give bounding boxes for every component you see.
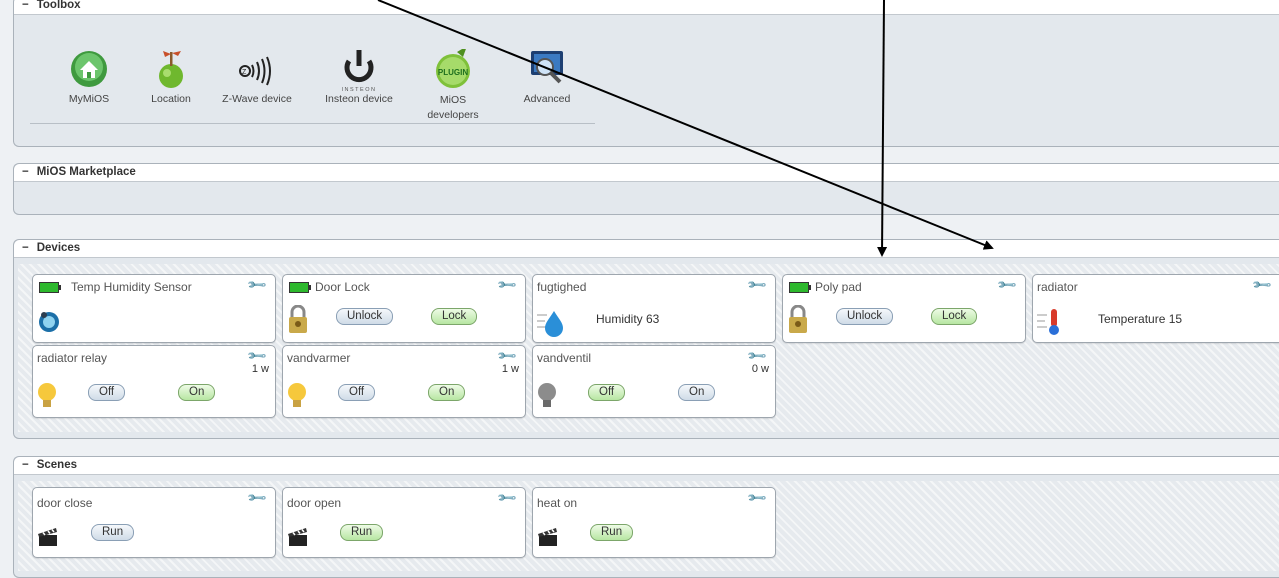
insteon-logo-text: INSTEON (341, 87, 377, 93)
devices-title: Devices (36, 242, 81, 254)
scene-card-heat-on[interactable]: heat on 🔧 Run (532, 487, 776, 558)
insteon-power-icon (344, 50, 374, 83)
marketplace-title: MiOS Marketplace (36, 166, 136, 178)
device-card-fugtighed[interactable]: fugtighed 🔧 Humidity 63 (532, 274, 776, 343)
clapperboard-icon (288, 528, 307, 546)
device-card-radiator-relay[interactable]: radiator relay 🔧 1 w Off On (32, 345, 276, 418)
battery-icon (39, 282, 61, 293)
off-button[interactable]: Off (588, 384, 626, 401)
wrench-icon[interactable]: 🔧 (246, 487, 269, 510)
device-name: vandventil (537, 351, 592, 365)
lock-button[interactable]: Lock (931, 308, 978, 325)
clapperboard-icon (38, 528, 57, 546)
toolbox-divider (30, 123, 595, 124)
toolbox-item-mymios[interactable]: MyMiOS (49, 49, 129, 105)
power-reading: 1 w (501, 363, 519, 375)
padlock-icon (789, 305, 807, 333)
device-card-poly-pad[interactable]: Poly pad 🔧 Unlock Lock (782, 274, 1026, 343)
clapperboard-icon (538, 528, 557, 546)
humidity-value: Humidity 63 (596, 312, 660, 326)
wrench-icon[interactable]: 🔧 (996, 274, 1019, 297)
devices-collapse-toggle[interactable]: − (22, 242, 29, 254)
scenes-collapse-toggle[interactable]: − (22, 459, 29, 471)
marketplace-collapse-toggle[interactable]: − (22, 166, 29, 178)
water-drop-icon (537, 311, 563, 337)
location-globe-icon (159, 51, 183, 88)
temperature-value: Temperature 15 (1098, 312, 1183, 326)
wrench-icon[interactable]: 🔧 (496, 274, 519, 297)
battery-icon (289, 282, 311, 293)
toolbox-item-zwave[interactable]: Z Z-Wave device (217, 49, 297, 105)
off-button[interactable]: Off (88, 384, 126, 401)
scene-card-door-open[interactable]: door open 🔧 Run (282, 487, 526, 558)
wrench-icon[interactable]: 🔧 (246, 274, 269, 297)
device-card-radiator[interactable]: radiator 🔧 Temperature 15 (1032, 274, 1279, 343)
wrench-icon[interactable]: 🔧 (496, 487, 519, 510)
scene-card-door-close[interactable]: door close 🔧 Run (32, 487, 276, 558)
toolbox-collapse-toggle[interactable]: − (22, 0, 29, 11)
off-button[interactable]: Off (338, 384, 376, 401)
toolbox-item-label: Location (151, 93, 191, 105)
toolbox-item-mios-developers[interactable]: PLUGIN MiOS developers (413, 49, 493, 123)
thermometer-icon (1037, 309, 1059, 335)
run-button[interactable]: Run (91, 524, 135, 541)
toolbox-item-label: Insteon device (325, 93, 393, 105)
monitor-magnifier-icon (531, 51, 563, 84)
scenes-header[interactable]: − Scenes (14, 457, 1279, 475)
plugin-logo-text: PLUGIN (437, 68, 469, 77)
on-button[interactable]: On (428, 384, 466, 401)
run-button[interactable]: Run (340, 524, 384, 541)
scene-name: door open (287, 496, 342, 510)
battery-icon (789, 282, 811, 293)
on-button[interactable]: On (678, 384, 716, 401)
sensor-icon (39, 312, 59, 332)
toolbox-item-label: Z-Wave device (222, 93, 292, 105)
light-bulb-off-icon (538, 383, 556, 407)
on-button[interactable]: On (178, 384, 216, 401)
light-bulb-on-icon (38, 383, 56, 407)
toolbox-item-location[interactable]: Location (131, 49, 211, 105)
marketplace-header[interactable]: − MiOS Marketplace (14, 164, 1279, 182)
device-name: radiator (1037, 280, 1078, 294)
house-icon (71, 51, 107, 87)
device-name: Temp Humidity Sensor (71, 280, 192, 294)
power-reading: 1 w (251, 363, 269, 375)
zwave-icon: Z (239, 56, 271, 86)
device-card-vandvarmer[interactable]: vandvarmer 🔧 1 w Off On (282, 345, 526, 418)
wrench-icon[interactable]: 🔧 (746, 274, 769, 297)
toolbox-item-advanced[interactable]: Advanced (507, 49, 587, 105)
device-name: radiator relay (37, 351, 108, 365)
toolbox-item-label: MiOS developers (427, 94, 479, 121)
device-name: Poly pad (815, 280, 862, 294)
wrench-icon[interactable]: 🔧 (746, 487, 769, 510)
device-name: vandvarmer (287, 351, 351, 365)
scenes-title: Scenes (36, 459, 77, 471)
run-button[interactable]: Run (590, 524, 634, 541)
marketplace-panel: − MiOS Marketplace (13, 163, 1279, 215)
toolbox-item-label: Advanced (523, 93, 571, 105)
device-name: fugtighed (537, 280, 587, 294)
svg-text:Z: Z (242, 69, 247, 76)
device-name: Door Lock (315, 280, 370, 294)
light-bulb-on-icon (288, 383, 306, 407)
scene-name: door close (37, 496, 93, 510)
lock-button[interactable]: Lock (431, 308, 478, 325)
padlock-icon (289, 305, 307, 333)
toolbox-item-insteon[interactable]: INSTEON Insteon device (319, 49, 399, 105)
toolbox-header[interactable]: − Toolbox (14, 0, 1279, 15)
unlock-button[interactable]: Unlock (836, 308, 894, 325)
power-reading: 0 w (751, 363, 769, 375)
device-card-vandventil[interactable]: vandventil 🔧 0 w Off On (532, 345, 776, 418)
devices-header[interactable]: − Devices (14, 240, 1279, 258)
toolbox-title: Toolbox (36, 0, 81, 11)
wrench-icon[interactable]: 🔧 (1251, 274, 1274, 297)
device-card-temp-humidity-sensor[interactable]: Temp Humidity Sensor 🔧 (32, 274, 276, 343)
device-card-door-lock[interactable]: Door Lock 🔧 Unlock Lock (282, 274, 526, 343)
scene-name: heat on (537, 496, 578, 510)
unlock-button[interactable]: Unlock (336, 308, 394, 325)
toolbox-item-label: MyMiOS (68, 93, 110, 105)
